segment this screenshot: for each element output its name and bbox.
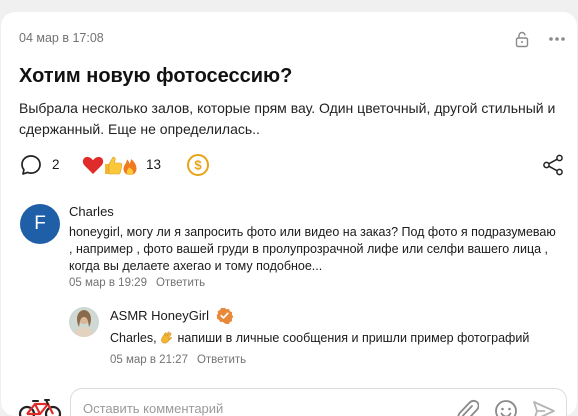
comment-date: 05 мар в 21:27 — [110, 354, 188, 366]
fire-icon — [123, 159, 137, 175]
comment-text-after: напиши в личные сообщения и пришли приме… — [174, 331, 530, 345]
comment-text: Charles, напиши в личные сообщения и при… — [110, 331, 570, 345]
comment-meta: 05 мар в 21:27 Ответить — [110, 354, 246, 366]
comment-composer — [70, 388, 567, 416]
heart-icon — [82, 156, 104, 174]
emoji-icon[interactable] — [494, 399, 518, 416]
comment-count: 2 — [52, 157, 60, 172]
reaction-count: 13 — [146, 157, 162, 172]
comment-date: 05 мар в 19:29 — [69, 277, 147, 289]
reply-button[interactable]: Ответить — [156, 277, 205, 289]
post-actions: 2 13 $ — [19, 153, 567, 177]
post-card: 04 мар в 17:08 Хотим новую фотосессию? В… — [1, 12, 577, 416]
verified-badge-icon — [216, 307, 233, 324]
comment-input[interactable] — [83, 401, 443, 416]
reactions-button[interactable] — [81, 153, 141, 177]
bicycle-icon[interactable] — [18, 397, 62, 416]
thumbs-up-icon — [105, 156, 123, 175]
comment-author[interactable]: ASMR HoneyGirl — [110, 308, 209, 323]
avatar[interactable] — [69, 307, 99, 337]
comment-text: honeygirl, могу ли я запросить фото или … — [69, 225, 556, 273]
svg-text:$: $ — [194, 158, 202, 173]
comment-meta: 05 мар в 19:29 Ответить — [69, 277, 205, 289]
paperclip-icon[interactable] — [455, 398, 479, 416]
post-body: Выбрала несколько залов, которые прям ва… — [19, 100, 556, 137]
avatar[interactable]: F — [20, 204, 60, 244]
comment-author[interactable]: Charles — [69, 204, 114, 219]
lock-icon[interactable] — [513, 30, 531, 48]
more-options-icon[interactable] — [547, 30, 567, 48]
post-date: 04 мар в 17:08 — [19, 31, 104, 45]
comment-icon[interactable] — [19, 153, 43, 177]
share-icon[interactable] — [541, 153, 565, 177]
comment-text-before: Charles, — [110, 331, 161, 345]
post-title: Хотим новую фотосессию? — [19, 65, 293, 87]
coin-icon[interactable]: $ — [186, 153, 210, 177]
reply-button[interactable]: Ответить — [197, 354, 246, 366]
clapping-hands-icon — [161, 331, 173, 344]
send-icon[interactable] — [532, 400, 556, 416]
